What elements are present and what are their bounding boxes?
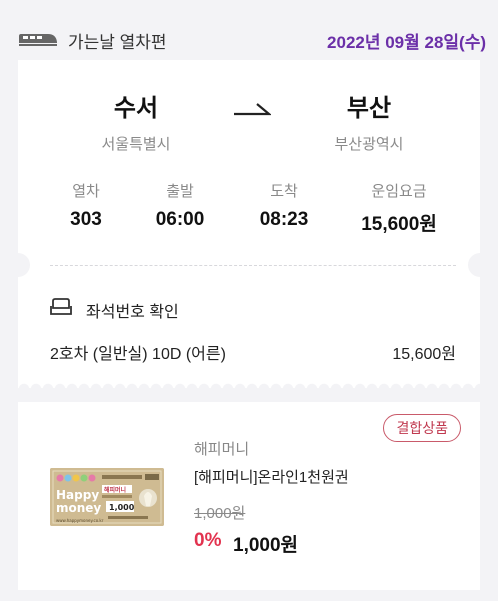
- ticket-card: 수서 서울특별시 부산 부산광역시 열차 303 출발 06:00 도착 08:…: [6, 60, 492, 389]
- departure-station: 수서 서울특별시: [61, 88, 211, 154]
- card-brand-money: money: [56, 501, 101, 515]
- product-final-price: 1,000원: [233, 535, 299, 556]
- seat-check-label: 좌석번호 확인: [86, 304, 179, 321]
- info-fare-value: 15,600원: [361, 214, 437, 235]
- gift-card-image: Happy money 해피머니 1,000 www.happymoney.co…: [50, 468, 164, 526]
- arrival-station: 부산 부산광역시: [294, 88, 444, 154]
- product-name: [해피머니]온라인1천원권: [194, 469, 349, 486]
- ticket-notch-right: [468, 253, 492, 277]
- arrival-station-name: 부산: [346, 95, 392, 122]
- product-discount-rate: 0%: [194, 530, 222, 551]
- info-arrival-time: 도착 08:23: [229, 180, 339, 231]
- departure-city: 서울특별시: [101, 136, 171, 153]
- card-url: www.happymoney.co.kr: [56, 518, 104, 523]
- product-original-price: 1,000원: [194, 505, 246, 522]
- seat-price: 15,600원: [392, 346, 456, 363]
- info-departure-time: 출발 06:00: [125, 180, 235, 231]
- info-fare-label: 운임요금: [371, 183, 427, 200]
- bundle-badge: 결합상품: [383, 414, 461, 442]
- ticket-notch-left: [6, 253, 30, 277]
- trip-date: 2022년 09월 28일(수): [327, 33, 486, 52]
- seat-info: 2호차 (일반실) 10D (어른): [50, 346, 226, 363]
- bundle-product-card[interactable]: 결합상품 Happy money 해피머니 1,000 www.happymon…: [18, 402, 480, 590]
- ticket-divider: [50, 265, 456, 266]
- train-icon: [19, 34, 57, 46]
- info-departure-value: 06:00: [155, 209, 205, 230]
- arrow-right-icon: [234, 103, 271, 116]
- departure-station-name: 수서: [113, 95, 159, 122]
- trip-header: 가는날 열차편 2022년 09월 28일(수): [0, 22, 498, 58]
- arrival-city: 부산광역시: [334, 136, 404, 153]
- trip-direction-label: 가는날 열차편: [68, 33, 167, 52]
- seat-icon: [50, 298, 72, 315]
- happymoney-card-graphic: Happy money 해피머니 1,000 www.happymoney.co…: [50, 468, 164, 526]
- card-amount: 1,000: [109, 503, 135, 512]
- info-arrival-label: 도착: [270, 183, 298, 200]
- card-brand-ko: 해피머니: [104, 486, 126, 494]
- info-arrival-value: 08:23: [259, 209, 309, 230]
- ticket-scallop-edge: [18, 381, 480, 389]
- product-brand: 해피머니: [194, 441, 250, 458]
- card-brand-happy: Happy: [56, 488, 99, 502]
- info-departure-label: 출발: [166, 183, 194, 200]
- info-fare: 운임요금 15,600원: [344, 180, 454, 236]
